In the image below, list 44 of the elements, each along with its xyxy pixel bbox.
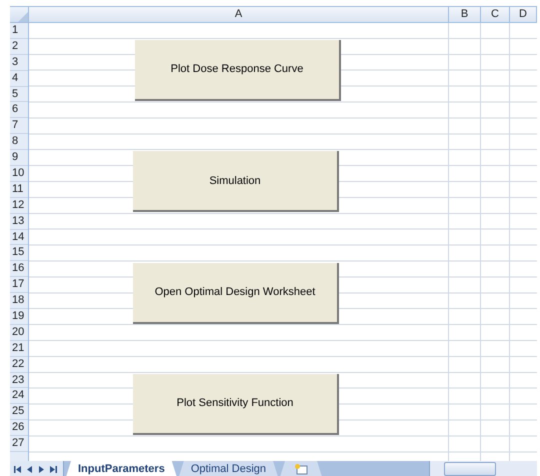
row-header[interactable]: 26 <box>10 420 28 436</box>
sheet-tab[interactable]: Optimal Design <box>178 461 278 476</box>
row-header[interactable]: 18 <box>10 293 28 310</box>
row-header[interactable]: 7 <box>10 118 28 134</box>
row-header[interactable]: 17 <box>10 277 28 294</box>
previous-sheet-icon[interactable] <box>26 464 33 474</box>
macro-button[interactable]: Open Optimal Design Worksheet <box>133 262 339 324</box>
row-header[interactable]: 9 <box>10 150 28 166</box>
row-header[interactable]: 23 <box>10 372 28 388</box>
row-header[interactable]: 20 <box>10 324 28 341</box>
row-header[interactable]: 3 <box>10 54 28 71</box>
row-header[interactable]: 2 <box>10 38 28 55</box>
column-header[interactable]: A <box>29 7 449 23</box>
row-header[interactable]: 11 <box>10 182 28 198</box>
row-header[interactable]: 8 <box>10 134 28 150</box>
row-header[interactable]: 12 <box>10 198 28 214</box>
macro-button[interactable]: Simulation <box>133 151 339 212</box>
row-header[interactable]: 22 <box>10 356 28 373</box>
column-header[interactable]: D <box>510 7 537 23</box>
row-header[interactable]: 19 <box>10 309 28 325</box>
row-header[interactable]: 1 <box>10 23 28 39</box>
column-header[interactable]: C <box>481 7 510 23</box>
row-header[interactable]: 5 <box>10 86 28 102</box>
horizontal-scrollbar[interactable] <box>429 461 537 476</box>
corner-triangle-icon <box>18 12 28 22</box>
row-header[interactable]: 13 <box>10 214 28 230</box>
macro-button[interactable]: Plot Dose Response Curve <box>135 40 341 101</box>
insert-sheet-icon[interactable] <box>294 463 308 475</box>
row-header[interactable]: 6 <box>10 102 28 118</box>
row-header[interactable]: 16 <box>10 261 28 278</box>
row-header[interactable]: 21 <box>10 340 28 357</box>
row-header[interactable]: 25 <box>10 404 28 420</box>
last-sheet-icon[interactable] <box>50 464 57 474</box>
first-sheet-icon[interactable] <box>14 464 21 474</box>
row-header[interactable]: 15 <box>10 245 28 262</box>
row-header[interactable]: 14 <box>10 230 28 246</box>
macro-button[interactable]: Plot Sensitivity Function <box>133 374 339 435</box>
next-sheet-icon[interactable] <box>38 464 45 474</box>
row-header[interactable]: 10 <box>10 166 28 182</box>
row-header[interactable]: 27 <box>10 436 28 452</box>
row-header[interactable]: 24 <box>10 388 28 404</box>
column-header[interactable]: B <box>449 7 481 23</box>
row-header[interactable]: 4 <box>10 70 28 87</box>
sheet-tab[interactable]: InputParameters <box>66 461 177 476</box>
